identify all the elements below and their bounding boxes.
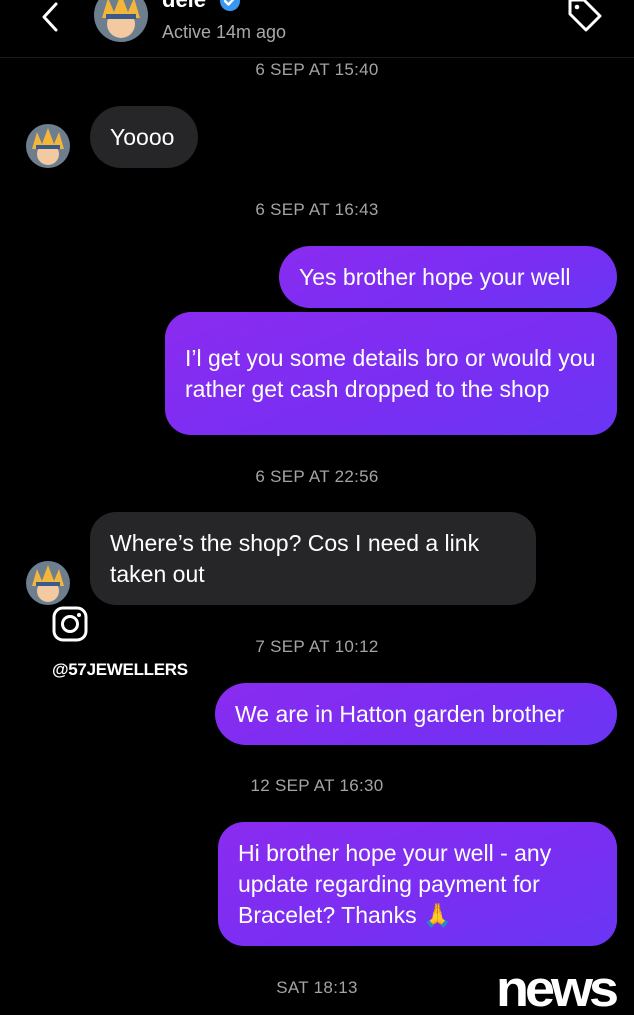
message-bubble-sent[interactable]: We are in Hatton garden brother [215, 683, 617, 745]
timestamp: 6 SEP AT 15:40 [255, 60, 379, 79]
timestamp: 12 SEP AT 16:30 [250, 776, 384, 795]
chat-header: dele Active 14m ago [0, 0, 634, 58]
message-bubble-sent[interactable]: I’l get you some details bro or would yo… [165, 312, 617, 435]
message-text: I’l get you some details bro or would yo… [185, 344, 596, 402]
message-text: Hi brother hope your well - any update r… [238, 839, 552, 928]
avatar[interactable] [26, 561, 70, 605]
chevron-left-icon[interactable] [34, 0, 70, 36]
message-bubble-received[interactable]: Where’s the shop? Cos I need a link take… [90, 512, 536, 605]
timestamp: 7 SEP AT 10:12 [255, 637, 379, 656]
verified-badge-icon [220, 0, 240, 11]
news-logo: news [496, 960, 619, 1015]
message-text: Yoooo [110, 123, 175, 150]
message-text: Yes brother hope your well [299, 263, 571, 290]
active-status: Active 14m ago [162, 22, 287, 42]
contact-name[interactable]: dele [162, 0, 206, 12]
message-text: We are in Hatton garden brother [235, 700, 565, 727]
message-bubble-sent[interactable]: Hi brother hope your well - any update r… [218, 822, 617, 946]
timestamp: 6 SEP AT 22:56 [255, 467, 379, 486]
avatar[interactable] [26, 124, 70, 168]
timestamp: 6 SEP AT 16:43 [255, 200, 379, 219]
avatar[interactable] [94, 0, 148, 42]
message-bubble-received[interactable]: Yoooo [90, 106, 198, 168]
message-text: Where’s the shop? Cos I need a link take… [110, 529, 480, 587]
tag-icon[interactable] [562, 0, 606, 36]
instagram-handle: @57JEWELLERS [52, 660, 188, 679]
message-bubble-sent[interactable]: Yes brother hope your well [279, 246, 617, 308]
